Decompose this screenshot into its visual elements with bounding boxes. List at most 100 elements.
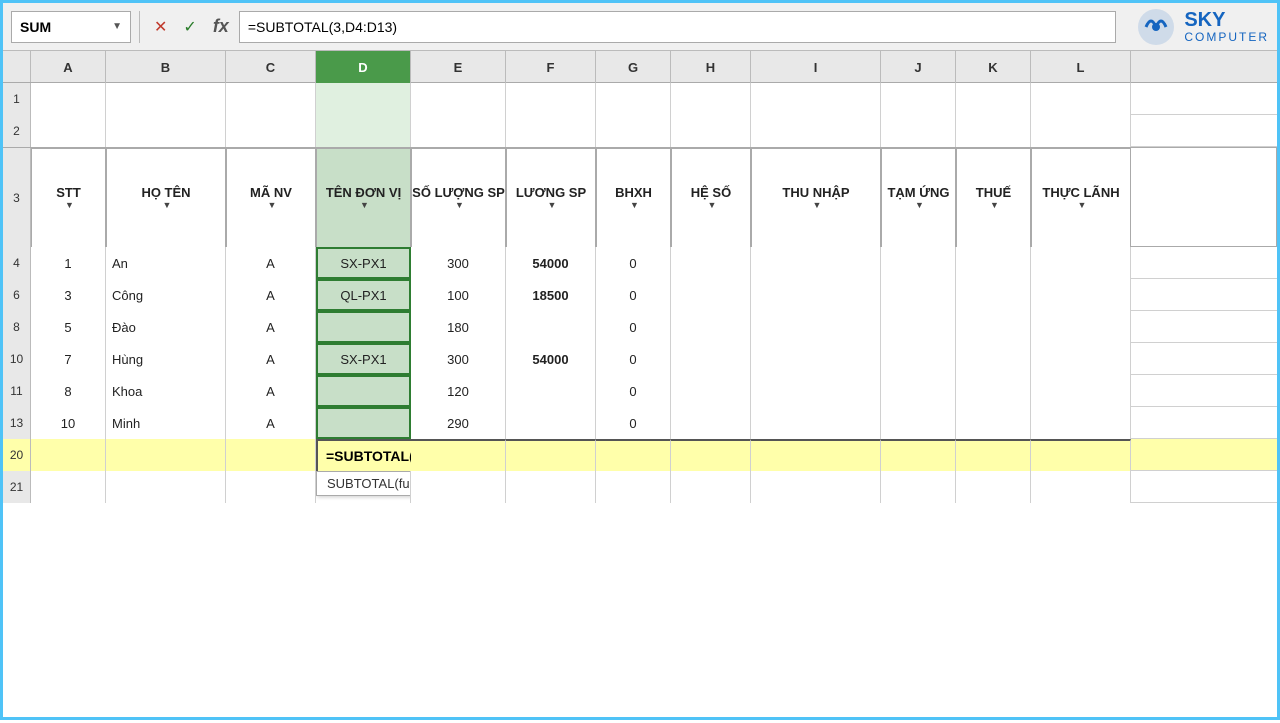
cell-G6[interactable]: 0 (596, 279, 671, 311)
cell-B8[interactable]: Đào (106, 311, 226, 343)
fx-button[interactable]: fx (207, 12, 235, 41)
cell-D10[interactable]: SX-PX1 (316, 343, 411, 375)
cell-ten-don-vi[interactable]: TÊN ĐƠN VỊ ▼ (316, 148, 411, 248)
cell-F10[interactable]: 54000 (506, 343, 596, 375)
cell-J2[interactable] (881, 115, 956, 147)
cell-A1[interactable] (31, 83, 106, 115)
cell-G10[interactable]: 0 (596, 343, 671, 375)
cell-C6[interactable]: A (226, 279, 316, 311)
cell-C4[interactable]: A (226, 247, 316, 279)
name-box[interactable]: SUM ▼ (11, 11, 131, 43)
cell-I2[interactable] (751, 115, 881, 147)
cell-ho-ten[interactable]: HỌ TÊN ▼ (106, 148, 226, 248)
cell-L1[interactable] (1031, 83, 1131, 115)
cell-B4[interactable]: An (106, 247, 226, 279)
cell-J13[interactable] (881, 407, 956, 439)
col-header-F[interactable]: F (506, 51, 596, 83)
cell-D21[interactable]: SUBTOTAL(function_num, ref1, [ref2], ...… (316, 471, 411, 503)
cell-L10[interactable] (1031, 343, 1131, 375)
cell-E2[interactable] (411, 115, 506, 147)
hoten-dropdown-icon[interactable]: ▼ (163, 200, 172, 211)
cell-G8[interactable]: 0 (596, 311, 671, 343)
cell-he-so[interactable]: HỆ SỐ ▼ (671, 148, 751, 248)
cell-ma-nv[interactable]: MÃ NV ▼ (226, 148, 316, 248)
cell-I6[interactable] (751, 279, 881, 311)
cell-L21[interactable] (1031, 471, 1131, 503)
cell-B10[interactable]: Hùng (106, 343, 226, 375)
cell-E6[interactable]: 100 (411, 279, 506, 311)
cell-G13[interactable]: 0 (596, 407, 671, 439)
cell-E10[interactable]: 300 (411, 343, 506, 375)
cell-E13[interactable]: 290 (411, 407, 506, 439)
cell-C10[interactable]: A (226, 343, 316, 375)
cell-D20-formula[interactable]: =SUBTOTAL(3,D4:D13) (316, 439, 411, 471)
thue-dropdown-icon[interactable]: ▼ (990, 200, 999, 211)
cell-A11[interactable]: 8 (31, 375, 106, 407)
cell-C8[interactable]: A (226, 311, 316, 343)
cell-L13[interactable] (1031, 407, 1131, 439)
cell-K11[interactable] (956, 375, 1031, 407)
heso-dropdown-icon[interactable]: ▼ (708, 200, 717, 211)
cell-I13[interactable] (751, 407, 881, 439)
col-header-A[interactable]: A (31, 51, 106, 83)
cell-E8[interactable]: 180 (411, 311, 506, 343)
cell-A4[interactable]: 1 (31, 247, 106, 279)
cell-B20[interactable] (106, 439, 226, 471)
cell-E1[interactable] (411, 83, 506, 115)
luong-dropdown-icon[interactable]: ▼ (548, 200, 557, 211)
cell-thuc-linh[interactable]: THỰC LÃNH ▼ (1031, 148, 1131, 248)
stt-dropdown-icon[interactable]: ▼ (65, 200, 74, 211)
cell-F4[interactable]: 54000 (506, 247, 596, 279)
cell-L6[interactable] (1031, 279, 1131, 311)
cell-tam-ung[interactable]: TẠM ỨNG ▼ (881, 148, 956, 248)
manv-dropdown-icon[interactable]: ▼ (268, 200, 277, 211)
cell-luong-sp[interactable]: LƯƠNG SP ▼ (506, 148, 596, 248)
cell-A20[interactable] (31, 439, 106, 471)
cell-L11[interactable] (1031, 375, 1131, 407)
cell-D2[interactable] (316, 115, 411, 147)
cell-J11[interactable] (881, 375, 956, 407)
col-header-J[interactable]: J (881, 51, 956, 83)
cell-A8[interactable]: 5 (31, 311, 106, 343)
cell-B1[interactable] (106, 83, 226, 115)
cell-G11[interactable]: 0 (596, 375, 671, 407)
cell-thue[interactable]: THUẾ ▼ (956, 148, 1031, 248)
cell-E4[interactable]: 300 (411, 247, 506, 279)
thunhap-dropdown-icon[interactable]: ▼ (813, 200, 822, 211)
tendonvi-dropdown-icon[interactable]: ▼ (360, 200, 369, 211)
cell-F13[interactable] (506, 407, 596, 439)
col-header-E[interactable]: E (411, 51, 506, 83)
cell-I1[interactable] (751, 83, 881, 115)
cell-H20[interactable] (671, 439, 751, 471)
cell-E21[interactable] (411, 471, 506, 503)
cell-thu-nhap[interactable]: THU NHẬP ▼ (751, 148, 881, 248)
cell-A6[interactable]: 3 (31, 279, 106, 311)
cell-B11[interactable]: Khoa (106, 375, 226, 407)
col-header-H[interactable]: H (671, 51, 751, 83)
cell-F2[interactable] (506, 115, 596, 147)
cancel-button[interactable]: ✕ (148, 13, 173, 41)
cell-F20[interactable] (506, 439, 596, 471)
col-header-C[interactable]: C (226, 51, 316, 83)
cell-A21[interactable] (31, 471, 106, 503)
cell-stt[interactable]: STT ▼ (31, 148, 106, 248)
cell-K2[interactable] (956, 115, 1031, 147)
cell-I21[interactable] (751, 471, 881, 503)
cell-D4[interactable]: SX-PX1 (316, 247, 411, 279)
cell-I4[interactable] (751, 247, 881, 279)
col-header-B[interactable]: B (106, 51, 226, 83)
cell-C13[interactable]: A (226, 407, 316, 439)
cell-so-luong-sp[interactable]: SỐ LƯỢNG SP ▼ (411, 148, 506, 248)
cell-H13[interactable] (671, 407, 751, 439)
cell-J8[interactable] (881, 311, 956, 343)
col-header-K[interactable]: K (956, 51, 1031, 83)
cell-H4[interactable] (671, 247, 751, 279)
cell-A13[interactable]: 10 (31, 407, 106, 439)
cell-D1[interactable] (316, 83, 411, 115)
cell-I8[interactable] (751, 311, 881, 343)
cell-C20[interactable] (226, 439, 316, 471)
bhxh-dropdown-icon[interactable]: ▼ (630, 200, 639, 211)
cell-B2[interactable] (106, 115, 226, 147)
cell-H6[interactable] (671, 279, 751, 311)
formula-input[interactable] (239, 11, 1117, 43)
